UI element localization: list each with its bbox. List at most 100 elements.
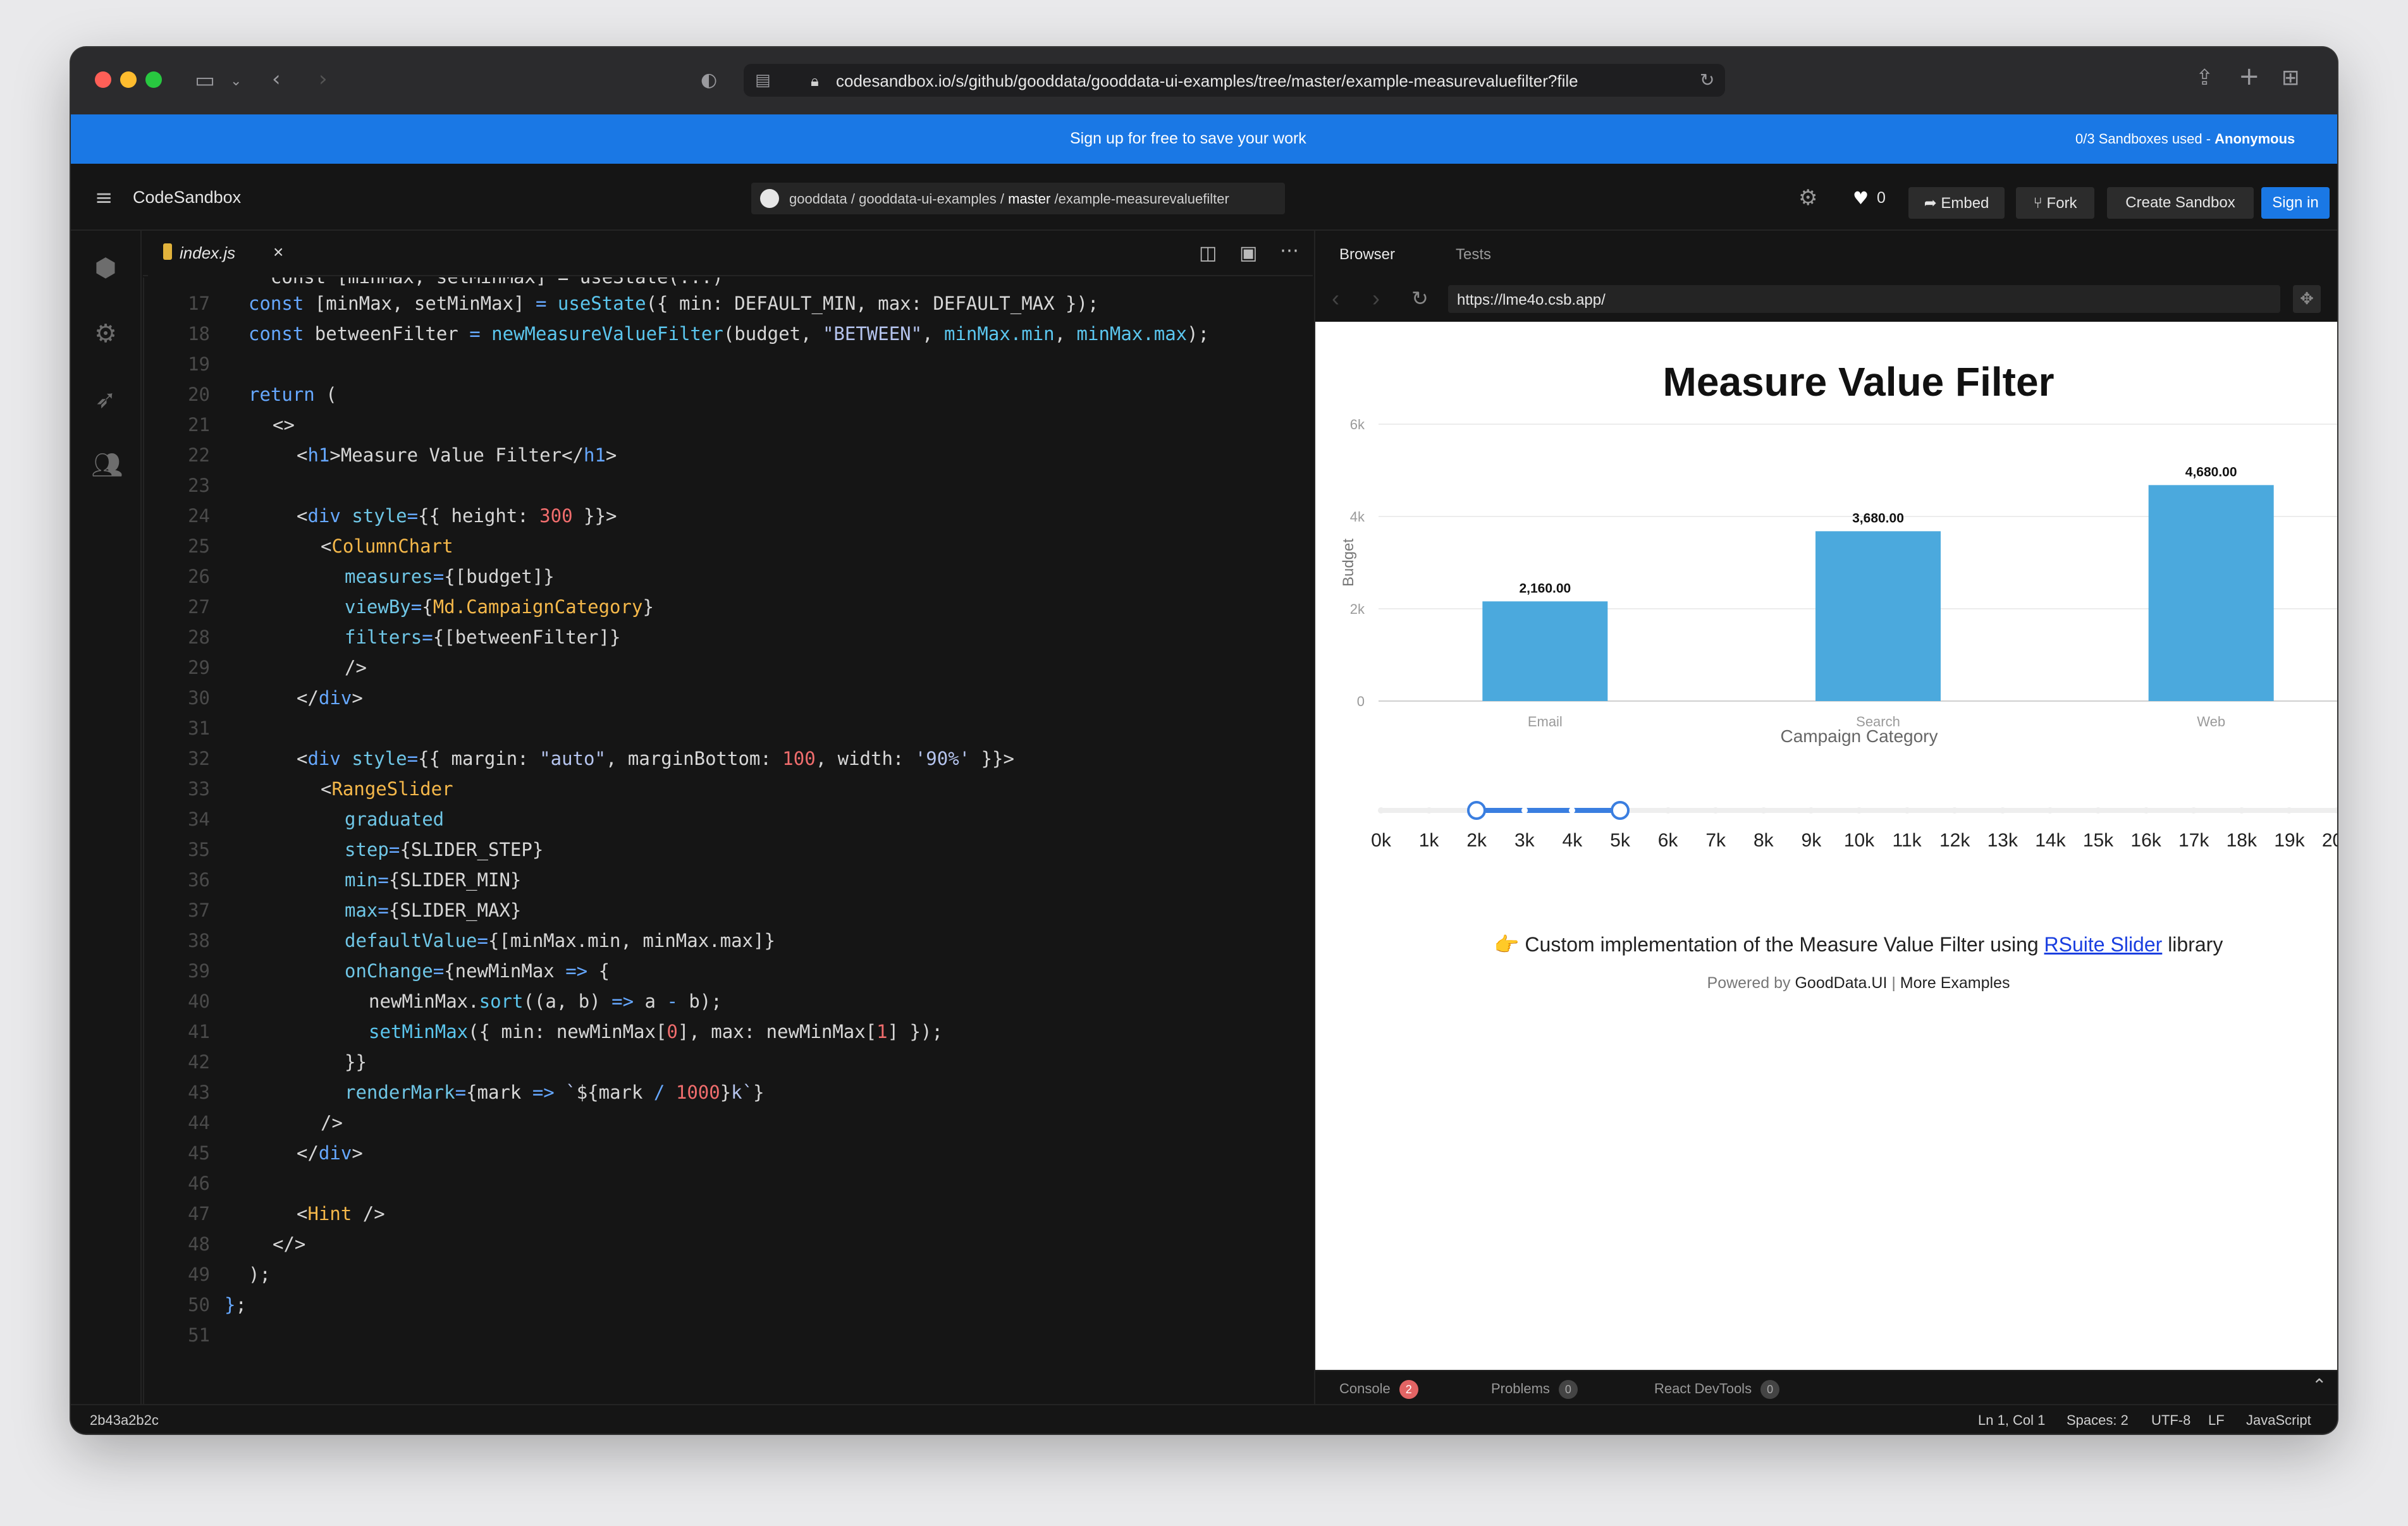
forward-icon[interactable]: › <box>319 68 328 90</box>
chevron-up-icon[interactable]: ⌃ <box>2312 1375 2326 1396</box>
devtools-label: React DevTools <box>1654 1380 1752 1396</box>
chevron-down-icon[interactable]: ⌄ <box>230 70 242 93</box>
lock-icon: 🔒︎ <box>811 72 819 90</box>
y-tick-label: 4k <box>1350 509 1365 525</box>
data-label: 3,680.00 <box>1852 511 1904 525</box>
line-number: 24 <box>188 505 210 527</box>
line-ending[interactable]: LF <box>2208 1412 2225 1429</box>
tab-problems[interactable]: Problems 0 <box>1491 1380 1578 1399</box>
line-number: 38 <box>188 930 210 951</box>
line-number: 28 <box>188 626 210 648</box>
range-slider[interactable]: 0k 1k 2k 3k 4k 5k 6k 7k 8k 9k 10k 11k 12k 13k 14k 15k 16… <box>1371 792 2337 868</box>
encoding[interactable]: UTF-8 <box>2151 1412 2190 1429</box>
code-area[interactable]: 17 18 19 20 21 22 23 24 25 26 27 28 29 30 31 32 33 34 35 36… <box>143 278 1313 1404</box>
line-number: 41 <box>188 1021 210 1042</box>
line-number: 23 <box>188 475 210 496</box>
sidebar-toggle-icon[interactable]: ▭ <box>195 69 215 92</box>
embed-arrow-icon: ➦ <box>1924 194 1937 212</box>
deploy-rocket-icon[interactable]: ➶ <box>91 385 120 414</box>
y-tick-label: 2k <box>1350 601 1365 617</box>
zoom-window-button[interactable] <box>145 71 162 88</box>
tab-overview-icon[interactable]: ⊞ <box>2282 66 2300 89</box>
tab-tests[interactable]: Tests <box>1456 246 1491 264</box>
explorer-cube-icon[interactable]: ⬢ <box>91 253 120 283</box>
slider-mark-label: 19k <box>2274 830 2305 851</box>
code-editor[interactable]: index.js × ◫ ▣ ⋯ 17 18 19 20 21 22 23 24 25 26 27 2… <box>143 231 1313 1404</box>
tab-react-devtools[interactable]: React DevTools 0 <box>1654 1380 1780 1399</box>
reader-icon[interactable]: ▤ <box>755 69 771 92</box>
live-users-icon[interactable]: 👥︎ <box>91 451 123 480</box>
bar <box>1482 601 1608 701</box>
back-icon[interactable]: ‹ <box>272 68 281 90</box>
create-sandbox-button[interactable]: Create Sandbox <box>2107 187 2254 219</box>
powered-by-text: Powered by <box>1707 974 1795 992</box>
language-mode[interactable]: JavaScript <box>2246 1412 2311 1429</box>
reload-icon[interactable]: ↻ <box>1700 69 1714 92</box>
line-number: 39 <box>188 960 210 982</box>
line-number: 19 <box>188 353 210 375</box>
tab-index-js[interactable]: index.js × <box>148 231 298 278</box>
minimize-window-button[interactable] <box>120 71 137 88</box>
preview-window-icon[interactable]: ▣ <box>1239 242 1257 264</box>
embed-button[interactable]: ➦ Embed <box>1908 187 2005 219</box>
slider-mark-label: 11k <box>1892 830 1922 851</box>
console-label: Console <box>1339 1380 1391 1396</box>
y-tick-label: 0 <box>1357 693 1365 709</box>
line-number: 50 <box>188 1294 210 1315</box>
signup-link[interactable]: Sign up for free to save your work <box>1070 130 1306 148</box>
page-title: Measure Value Filter <box>1662 359 2055 405</box>
menu-icon[interactable]: ≡ <box>95 185 113 211</box>
sign-in-button[interactable]: Sign in <box>2261 187 2330 219</box>
gooddata-ui-link[interactable]: GoodData.UI <box>1795 974 1887 992</box>
line-number: 22 <box>188 444 210 466</box>
like-heart-icon[interactable]: ♥ <box>1853 188 1869 209</box>
more-options-icon[interactable]: ⋯ <box>1280 240 1299 262</box>
indentation[interactable]: Spaces: 2 <box>2067 1412 2128 1429</box>
slider-handle[interactable] <box>1611 801 1630 820</box>
activity-sidebar: ⬢ ⚙ ➶ 👥︎ <box>71 231 142 1404</box>
forward-icon[interactable]: › <box>1372 285 1380 312</box>
repo-breadcrumb[interactable]: gooddata / gooddata-ui-examples / master… <box>751 183 1285 214</box>
rsuite-slider-link[interactable]: RSuite Slider <box>2044 933 2163 956</box>
split-view-icon[interactable]: ◫ <box>1199 242 1217 264</box>
cursor-position[interactable]: Ln 1, Col 1 <box>1978 1412 2045 1429</box>
app-header: ≡ CodeSandbox gooddata / gooddata-ui-exa… <box>71 164 2337 231</box>
share-icon[interactable]: ⇪ <box>2196 66 2214 89</box>
line-number: 33 <box>188 778 210 800</box>
app-name: CodeSandbox <box>133 188 242 207</box>
privacy-shield-icon[interactable]: ◐ <box>701 69 717 92</box>
slider-step-dot <box>1856 807 1862 814</box>
reload-icon[interactable]: ↻ <box>1411 286 1428 310</box>
slider-selected-range <box>1477 808 1620 813</box>
tab-console[interactable]: Console 2 <box>1339 1380 1418 1399</box>
settings-gear-icon[interactable]: ⚙ <box>91 319 120 348</box>
slider-step-dot <box>1760 807 1767 814</box>
tab-label: index.js <box>180 243 236 262</box>
more-examples-link[interactable]: More Examples <box>1900 974 2010 992</box>
slider-handle[interactable] <box>1467 801 1487 820</box>
code-line: newMinMax.sort((a, b) => a - b); <box>369 991 722 1012</box>
back-icon[interactable]: ‹ <box>1332 285 1339 312</box>
slider-step-dot <box>1425 807 1432 814</box>
code-line: defaultValue={[minMax.min, minMax.max]} <box>345 930 775 951</box>
devtools-tab-bar: Console 2 Problems 0 React DevTools 0 ⌃ <box>1315 1370 2337 1404</box>
close-icon[interactable]: × <box>273 242 283 262</box>
line-number: 44 <box>188 1112 210 1133</box>
code-line: </> <box>273 1233 306 1255</box>
line-number: 32 <box>188 748 210 769</box>
slider-mark-label: 10k <box>1843 830 1875 851</box>
user-name: Anonymous <box>2214 131 2295 147</box>
new-tab-icon[interactable]: + <box>2239 64 2260 89</box>
close-window-button[interactable] <box>95 71 111 88</box>
hint-text-start: Custom implementation of the Measure Val… <box>1519 933 2044 956</box>
code-line: measures={[budget]} <box>345 566 555 587</box>
preview-address-bar[interactable]: https://lme4o.csb.app/ <box>1448 285 2280 313</box>
settings-gear-icon[interactable]: ⚙ <box>1798 185 1817 211</box>
move-icon[interactable]: ✥ <box>2293 285 2321 313</box>
line-number: 45 <box>188 1142 210 1164</box>
code-line: <div style={{ height: 300 }}> <box>297 505 617 527</box>
tab-browser[interactable]: Browser <box>1339 246 1395 264</box>
code-line: return ( <box>249 384 337 405</box>
data-label: 4,680.00 <box>2185 465 2237 479</box>
fork-button[interactable]: ⑂ Fork <box>2016 187 2094 219</box>
